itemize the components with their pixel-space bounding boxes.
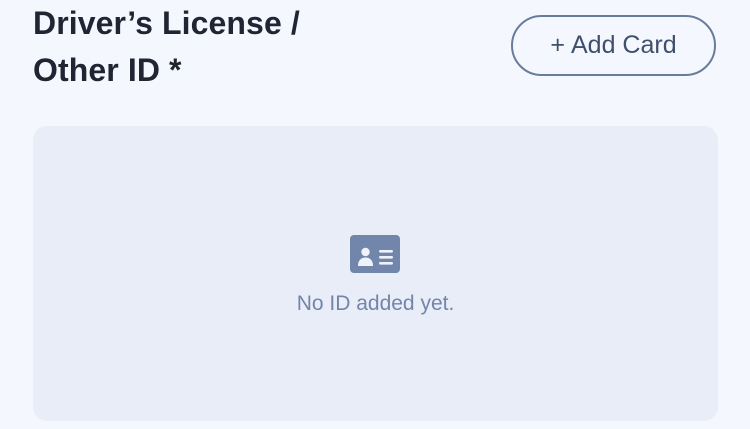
add-card-button[interactable]: + Add Card [511,15,716,76]
section-title-line-2: Other ID * [33,52,182,88]
section-title: Driver’s License / Other ID * [33,0,453,94]
section-title-line-1: Driver’s License / [33,5,300,41]
plus-icon: + [550,31,565,59]
section-header: Driver’s License / Other ID * + Add Card [0,0,750,110]
empty-state-message: No ID added yet. [296,292,455,315]
id-card-icon [350,235,400,273]
add-card-label: Add Card [570,31,677,59]
id-empty-state-panel: No ID added yet. [33,126,718,421]
